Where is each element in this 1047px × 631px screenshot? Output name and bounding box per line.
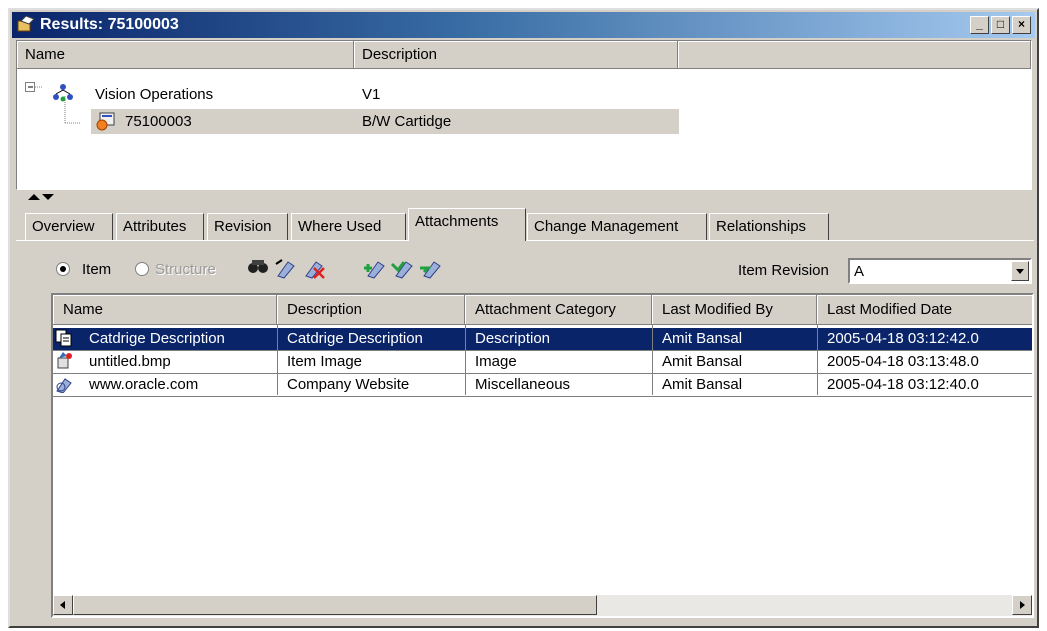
item-revision-value: A: [854, 263, 865, 280]
cell-description: Company Website: [287, 376, 410, 393]
delete-attachment-icon[interactable]: [302, 258, 326, 280]
scroll-right-button[interactable]: [1012, 595, 1032, 615]
tree-item-name[interactable]: 75100003: [125, 113, 192, 130]
cell-modified-date: 2005-04-18 03:12:42.0: [827, 330, 979, 347]
tree-header-name[interactable]: Name: [17, 41, 354, 69]
close-button[interactable]: ×: [1012, 16, 1031, 34]
column-header-category[interactable]: Attachment Category: [465, 295, 652, 325]
item-revision-select[interactable]: A: [848, 258, 1032, 284]
window-icon: [17, 16, 35, 32]
scroll-left-button[interactable]: [53, 595, 73, 615]
checkin-icon[interactable]: [390, 258, 414, 280]
minimize-button[interactable]: _: [970, 16, 989, 34]
tree-org-name[interactable]: Vision Operations: [95, 86, 213, 103]
tab-revision[interactable]: Revision: [207, 213, 288, 241]
item-icon: [96, 112, 115, 131]
scrollbar-thumb[interactable]: [73, 595, 597, 615]
tree-item-description: B/W Cartidge: [362, 113, 452, 130]
cell-name: www.oracle.com: [89, 376, 199, 393]
structure-radio-label: Structure: [155, 261, 216, 278]
maximize-button[interactable]: □: [991, 16, 1010, 34]
window-title: Results: 75100003: [40, 16, 179, 33]
tree-header-empty[interactable]: [678, 41, 1031, 69]
tab-relationships[interactable]: Relationships: [709, 213, 829, 241]
title-bar[interactable]: Results: 75100003 _ □ ×: [12, 12, 1035, 38]
table-row[interactable]: Catdrige Description Catdrige Descriptio…: [53, 328, 1032, 350]
item-revision-label: Item Revision: [738, 262, 829, 279]
document-icon: [55, 329, 72, 347]
tab-attributes[interactable]: Attributes: [116, 213, 204, 241]
tree-org-description: V1: [362, 86, 381, 103]
cell-modified-by: Amit Bansal: [662, 376, 743, 393]
cell-modified-date: 2005-04-18 03:13:48.0: [827, 353, 979, 370]
tree-header-description[interactable]: Description: [354, 41, 678, 69]
table-row[interactable]: untitled.bmp Item Image Image Amit Bansa…: [53, 351, 1032, 373]
cell-category: Description: [475, 330, 551, 347]
tab-attachments[interactable]: Attachments: [408, 208, 526, 241]
item-radio[interactable]: [56, 262, 70, 276]
cell-category: Miscellaneous: [475, 376, 571, 393]
horizontal-scrollbar[interactable]: [53, 595, 1032, 616]
item-radio-label: Item: [82, 261, 112, 278]
structure-radio[interactable]: [135, 262, 149, 276]
column-header-name[interactable]: Name: [53, 295, 277, 325]
add-attachment-icon[interactable]: [274, 258, 298, 280]
attachments-table[interactable]: Name Description Attachment Category Las…: [51, 293, 1034, 618]
tab-change-management[interactable]: Change Management: [527, 213, 707, 241]
organization-icon: [53, 84, 73, 102]
checkout-icon[interactable]: [362, 258, 386, 280]
chevron-down-icon[interactable]: [1011, 261, 1029, 281]
tab-where-used[interactable]: Where Used: [291, 213, 406, 241]
cell-name: untitled.bmp: [89, 353, 171, 370]
url-icon: [56, 378, 72, 393]
image-icon: [57, 352, 72, 369]
update-attachment-icon[interactable]: [418, 258, 442, 280]
cell-description: Item Image: [287, 353, 363, 370]
column-header-modified-date[interactable]: Last Modified Date: [817, 295, 1032, 325]
cell-category: Image: [475, 353, 517, 370]
cell-modified-by: Amit Bansal: [662, 353, 743, 370]
cell-modified-date: 2005-04-18 03:12:40.0: [827, 376, 979, 393]
column-header-modified-by[interactable]: Last Modified By: [652, 295, 817, 325]
find-attachment-icon[interactable]: [246, 258, 270, 280]
cell-modified-by: Amit Bansal: [662, 330, 743, 347]
cell-description: Catdrige Description: [287, 330, 423, 347]
splitter-handle[interactable]: [16, 191, 1032, 203]
structure-tree-table[interactable]: Name Description Vision Operations V1 75…: [16, 40, 1032, 190]
tab-overview[interactable]: Overview: [25, 213, 113, 241]
column-header-description[interactable]: Description: [277, 295, 465, 325]
cell-name: Catdrige Description: [89, 330, 225, 347]
table-row[interactable]: www.oracle.com Company Website Miscellan…: [53, 374, 1032, 396]
